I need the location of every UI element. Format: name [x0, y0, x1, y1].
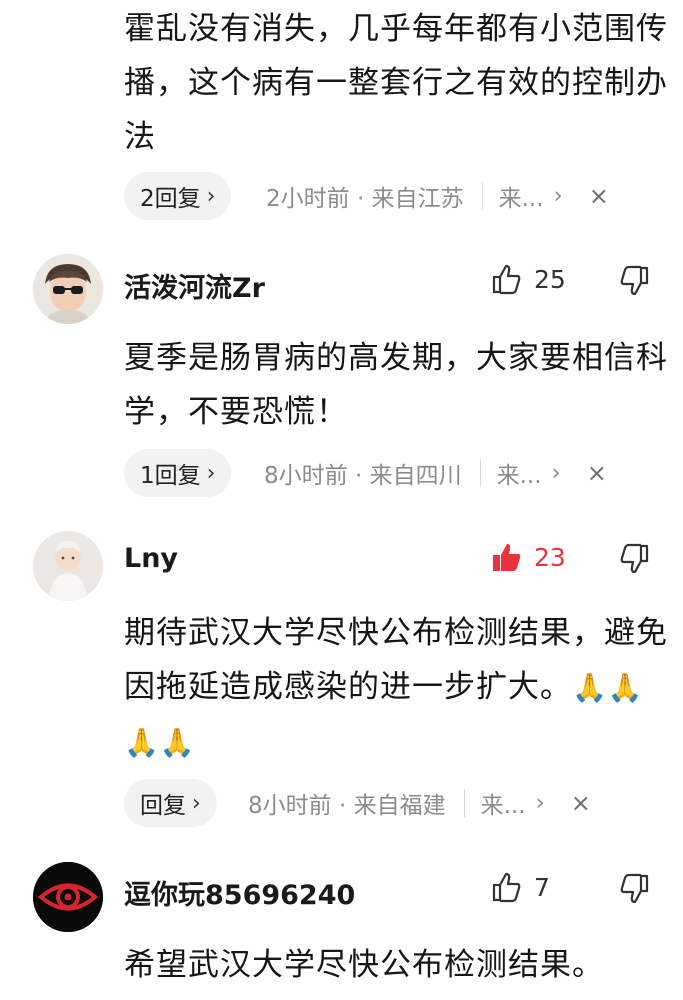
like-button[interactable]: 25 [490, 262, 566, 296]
avatar[interactable] [33, 531, 103, 601]
thumbs-down-icon [620, 543, 649, 574]
chevron-right-icon[interactable]: › [536, 790, 545, 816]
comment-text: 霍乱没有消失，几乎每年都有小范围传播，这个病有一整套行之有效的控制办法 [124, 11, 668, 155]
like-count: 7 [534, 872, 550, 902]
divider [481, 182, 483, 210]
avatar[interactable] [33, 862, 103, 932]
username[interactable]: Lny [124, 543, 178, 574]
comment-text: 期待武汉大学尽快公布检测结果，避免因拖延造成感染的进一步扩大。🙏🙏🙏🙏 [124, 606, 669, 770]
like-count: 23 [534, 542, 566, 572]
dislike-button[interactable] [617, 264, 651, 302]
more-link[interactable]: 来... [481, 786, 526, 820]
timestamp-location: 8小时前 · 来自四川 [264, 463, 462, 489]
close-icon[interactable]: × [571, 789, 591, 817]
more-link[interactable]: 来... [497, 456, 542, 490]
thumbs-up-icon [492, 872, 521, 903]
avatar[interactable] [33, 254, 103, 324]
username[interactable]: 活泼河流Zr [124, 266, 265, 305]
reply-label: 回复 [140, 793, 186, 819]
timestamp-location: 2小时前 · 来自江苏 [266, 186, 464, 212]
dislike-button[interactable] [617, 542, 651, 580]
timestamp-location: 8小时前 · 来自福建 [248, 793, 446, 819]
more-link[interactable]: 来... [499, 179, 544, 213]
chevron-right-icon: › [206, 460, 216, 486]
thumbs-down-icon [620, 265, 649, 296]
comment-meta: 8小时前 · 来自福建 来... › × [248, 779, 591, 827]
divider [463, 789, 465, 817]
close-icon[interactable]: × [587, 459, 607, 487]
like-count: 25 [534, 264, 566, 294]
comment-text: 夏季是肠胃病的高发期，大家要相信科学，不要恐慌！ [124, 340, 668, 430]
dislike-button[interactable] [617, 872, 651, 910]
reply-count-label: 2回复 [140, 186, 201, 212]
thumbs-up-icon [492, 264, 521, 295]
reply-count-label: 1回复 [140, 463, 201, 489]
chevron-right-icon: › [206, 183, 216, 209]
divider [479, 459, 481, 487]
thumbs-up-icon [493, 544, 521, 571]
comment-meta: 2小时前 · 来自江苏 来... › × [266, 172, 609, 220]
thumbs-down-icon [620, 873, 649, 904]
close-icon[interactable]: × [589, 182, 609, 210]
comment-text: 希望武汉大学尽快公布检测结果。 [124, 947, 604, 983]
chevron-right-icon[interactable]: › [554, 183, 563, 209]
username[interactable]: 逗你玩85696240 [124, 873, 355, 912]
reply-button[interactable]: 回复 › [124, 779, 217, 827]
comment-meta: 8小时前 · 来自四川 来... › × [264, 449, 607, 497]
chevron-right-icon: › [192, 790, 201, 816]
like-button[interactable]: 23 [490, 540, 566, 574]
reply-count-button[interactable]: 2回复 › [124, 172, 232, 220]
reply-count-button[interactable]: 1回复 › [124, 449, 232, 497]
chevron-right-icon[interactable]: › [552, 460, 561, 486]
like-button[interactable]: 7 [490, 870, 550, 904]
